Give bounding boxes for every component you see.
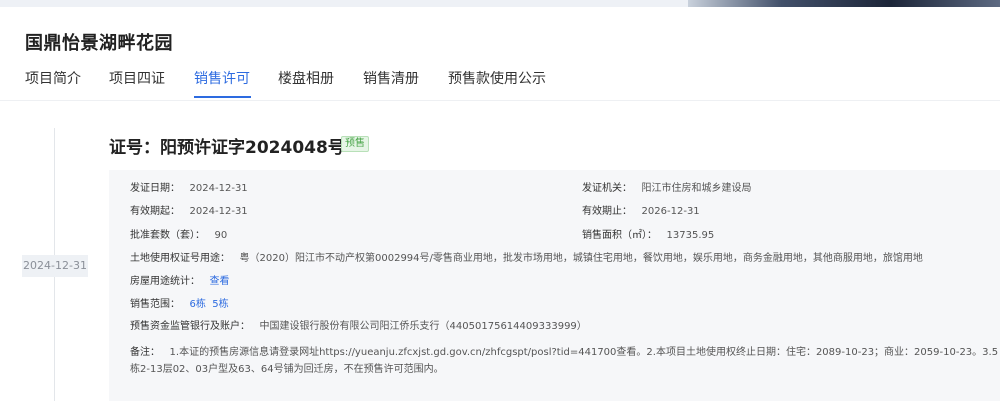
sales-area-row: 销售面积（㎡）： 13735.95 [582, 229, 714, 243]
tab-presale-fund-notice[interactable]: 预售款使用公示 [448, 70, 546, 88]
tab-sales-list[interactable]: 销售清册 [363, 70, 419, 88]
issue-date-row: 发证日期： 2024-12-31 [130, 182, 248, 196]
certificate-number-heading: 证号：阳预许证字2024048号 [109, 138, 345, 158]
active-tab-indicator [194, 96, 251, 98]
building-5-link[interactable]: 5栋 [212, 299, 228, 310]
valid-from-value: 2024-12-31 [189, 206, 248, 217]
land-use-row: 土地使用权证号用途： 粤（2020）阳江市不动产权第0002994号/零售商业用… [130, 252, 923, 266]
issue-date-value: 2024-12-31 [189, 183, 248, 194]
house-use-view-link[interactable]: 查看 [210, 276, 230, 287]
house-use-label: 房屋用途统计： [130, 276, 200, 287]
top-banner-strip [0, 0, 1000, 7]
approved-units-value: 90 [214, 230, 228, 241]
sale-range-label: 销售范围： [130, 299, 180, 310]
valid-to-row: 有效期止： 2026-12-31 [582, 205, 700, 219]
remarks-row: 备注： 1.本证的预售房源信息请登录网址https://yueanju.zfcx… [130, 344, 1000, 378]
house-use-row: 房屋用途统计： 查看 [130, 275, 230, 289]
tab-sales-permit[interactable]: 销售许可 [194, 70, 250, 88]
sale-range-row: 销售范围： 6栋 5栋 [130, 298, 229, 312]
tab-four-certificates[interactable]: 项目四证 [109, 70, 165, 88]
land-use-label: 土地使用权证号用途： [130, 253, 230, 264]
sales-area-value: 13735.95 [666, 230, 715, 241]
banner-image [688, 0, 1000, 7]
issuer-label: 发证机关： [582, 183, 632, 194]
bank-account-label: 预售资金监管银行及账户： [130, 321, 250, 332]
tab-divider [0, 100, 1000, 101]
status-badge: 预售 [341, 136, 369, 152]
approved-units-row: 批准套数（套）： 90 [130, 229, 227, 243]
tab-project-intro[interactable]: 项目简介 [25, 70, 81, 88]
issue-date-label: 发证日期： [130, 183, 180, 194]
valid-from-label: 有效期起： [130, 206, 180, 217]
approved-units-label: 批准套数（套）： [130, 230, 205, 241]
bank-account-value: 中国建设银行股份有限公司阳江侨乐支行（44050175614409333999） [259, 321, 587, 332]
valid-from-row: 有效期起： 2024-12-31 [130, 205, 248, 219]
valid-to-label: 有效期止： [582, 206, 632, 217]
valid-to-value: 2026-12-31 [641, 206, 700, 217]
issuer-row: 发证机关： 阳江市住房和城乡建设局 [582, 182, 752, 196]
land-use-value: 粤（2020）阳江市不动产权第0002994号/零售商业用地，批发市场用地，城镇… [239, 253, 923, 264]
building-6-link[interactable]: 6栋 [190, 299, 206, 310]
project-title: 国鼎怡景湖畔花园 [25, 33, 173, 54]
issuer-value: 阳江市住房和城乡建设局 [641, 183, 752, 194]
remarks-value: 1.本证的预售房源信息请登录网址https://yueanju.zfcxjst.… [130, 347, 999, 375]
sales-area-label: 销售面积（㎡）： [582, 230, 657, 241]
timeline-date: 2024-12-31 [22, 255, 88, 277]
remarks-label: 备注： [130, 347, 160, 358]
tab-photo-album[interactable]: 楼盘相册 [278, 70, 334, 88]
bank-account-row: 预售资金监管银行及账户： 中国建设银行股份有限公司阳江侨乐支行（44050175… [130, 320, 587, 334]
